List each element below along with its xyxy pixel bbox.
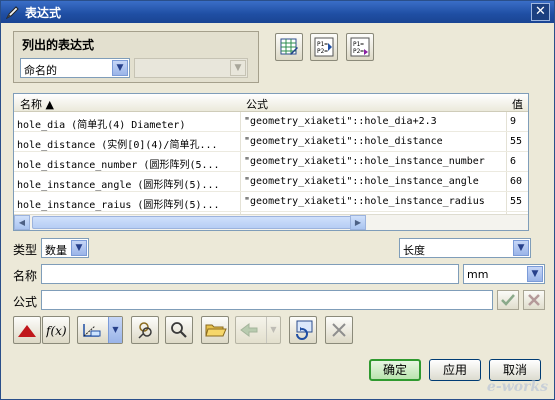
list-all-expressions-icon: P1= P2= bbox=[350, 37, 370, 57]
svg-text:P1=: P1= bbox=[353, 41, 364, 48]
expressions-dialog: 表达式 ✕ 列出的表达式 命名的 ▼ ▼ P1= P2= P1= P2= 名称 … bbox=[0, 0, 555, 400]
delete-button[interactable] bbox=[325, 316, 353, 344]
formula-label: 公式 bbox=[13, 295, 38, 309]
row-formula: "geometry_xiaketi"::hole_instance_radius bbox=[244, 196, 485, 207]
row-formula: "geometry_xiaketi"::hole_instance_angle bbox=[244, 176, 479, 187]
dimension-value: 长度 bbox=[403, 244, 425, 257]
row-name: hole_distance (实例[0](4)/简单孔... bbox=[17, 140, 218, 151]
svg-text:f(x): f(x) bbox=[46, 324, 67, 338]
reference-icon bbox=[138, 322, 152, 339]
name-label: 名称 bbox=[13, 269, 38, 283]
dimension-select[interactable]: 长度 ▼ bbox=[399, 238, 531, 258]
chevron-down-icon: ▼ bbox=[513, 240, 529, 256]
svg-text:P2=: P2= bbox=[353, 48, 364, 55]
name-input[interactable] bbox=[41, 264, 459, 284]
cancel-button[interactable]: 取消 bbox=[489, 359, 541, 381]
table-row[interactable]: hole_instance_raius (圆形阵列(5)... "geometr… bbox=[14, 192, 528, 212]
replace-button: ▼ bbox=[235, 316, 281, 344]
list-part-expressions-icon: P1= P2= bbox=[314, 37, 334, 57]
measure-button[interactable]: ▼ bbox=[77, 316, 123, 344]
dimension-triangle-icon bbox=[18, 325, 36, 337]
scroll-left-icon[interactable]: ◀ bbox=[14, 215, 30, 230]
chevron-down-icon[interactable]: ▼ bbox=[108, 317, 122, 343]
listed-expressions-group: 列出的表达式 命名的 ▼ ▼ bbox=[13, 31, 259, 83]
title-bar[interactable]: 表达式 ✕ bbox=[1, 1, 554, 23]
list-filter-value: 命名的 bbox=[24, 64, 57, 77]
refresh-button[interactable] bbox=[289, 316, 317, 344]
spreadsheet-edit-icon bbox=[280, 38, 298, 55]
column-header-name[interactable]: 名称 ▲ bbox=[20, 96, 54, 112]
open-folder-button[interactable] bbox=[201, 316, 229, 344]
formula-input[interactable] bbox=[41, 290, 493, 310]
replace-icon bbox=[240, 323, 258, 337]
interpart-icon bbox=[171, 322, 187, 338]
unit-select[interactable]: mm ▼ bbox=[463, 264, 545, 284]
row-name: hole_instance_angle (圆形阵列(5)... bbox=[17, 180, 220, 191]
scroll-right-icon[interactable]: ▶ bbox=[350, 215, 366, 230]
row-name: hole_distance_number (圆形阵列(5... bbox=[17, 160, 220, 171]
chevron-down-icon: ▼ bbox=[71, 240, 87, 256]
measure-icon bbox=[83, 324, 101, 337]
apply-button[interactable]: 应用 bbox=[429, 359, 481, 381]
chevron-down-icon: ▼ bbox=[266, 317, 280, 343]
dimension-button[interactable] bbox=[13, 316, 41, 344]
row-value: 55 bbox=[510, 136, 523, 147]
table-header: 名称 ▲ 公式 值 bbox=[14, 94, 528, 112]
row-formula: "geometry_xiaketi"::hole_distance bbox=[244, 136, 443, 147]
list-filter-select[interactable]: 命名的 ▼ bbox=[20, 58, 130, 78]
list-secondary-select: ▼ bbox=[134, 58, 248, 78]
type-select[interactable]: 数量 ▼ bbox=[41, 238, 89, 258]
expressions-table: 名称 ▲ 公式 值 hole_dia (简单孔(4) Diameter) "ge… bbox=[13, 93, 529, 231]
row-value: 55 bbox=[510, 196, 523, 207]
row-value: 6 bbox=[510, 156, 517, 167]
table-row[interactable]: hole_distance (实例[0](4)/简单孔... "geometry… bbox=[14, 132, 528, 152]
row-formula: "geometry_xiaketi"::hole_instance_number bbox=[244, 156, 485, 167]
table-row[interactable]: hole_distance_number (圆形阵列(5... "geometr… bbox=[14, 152, 528, 172]
table-row[interactable]: hole_instance_angle (圆形阵列(5)... "geometr… bbox=[14, 172, 528, 192]
reject-edit-button[interactable] bbox=[523, 290, 545, 310]
svg-text:P1=: P1= bbox=[317, 41, 328, 48]
row-value: 9 bbox=[510, 116, 517, 127]
open-folder-icon bbox=[205, 324, 227, 337]
type-label: 类型 bbox=[13, 243, 38, 257]
chevron-down-icon: ▼ bbox=[112, 60, 128, 76]
column-header-formula[interactable]: 公式 bbox=[246, 96, 268, 112]
list-part-expressions-button[interactable]: P1= P2= bbox=[310, 33, 338, 61]
row-name: hole_instance_raius (圆形阵列(5)... bbox=[17, 200, 220, 211]
interpart-button[interactable] bbox=[165, 316, 193, 344]
unit-value: mm bbox=[467, 268, 489, 281]
table-row[interactable]: hole_dia (简单孔(4) Diameter) "geometry_xia… bbox=[14, 112, 528, 132]
row-name: hole_dia (简单孔(4) Diameter) bbox=[17, 120, 186, 131]
function-button[interactable]: f(x) bbox=[42, 316, 70, 344]
horizontal-scrollbar[interactable]: ◀ ▶ bbox=[14, 214, 528, 230]
window-title: 表达式 bbox=[25, 6, 62, 20]
ok-button[interactable]: 确定 bbox=[369, 359, 421, 381]
accept-edit-button[interactable] bbox=[497, 290, 519, 310]
refresh-icon bbox=[296, 320, 313, 340]
close-button[interactable]: ✕ bbox=[531, 3, 550, 21]
watermark-logo: e-works bbox=[486, 379, 548, 395]
delete-icon bbox=[332, 323, 346, 337]
checkmark-icon bbox=[501, 294, 515, 306]
scrollbar-thumb[interactable] bbox=[32, 216, 364, 229]
column-header-value[interactable]: 值 bbox=[512, 96, 523, 112]
type-value: 数量 bbox=[45, 244, 67, 257]
chevron-down-icon: ▼ bbox=[527, 266, 543, 282]
row-formula: "geometry_xiaketi"::hole_dia+2.3 bbox=[244, 116, 437, 127]
reference-button[interactable] bbox=[131, 316, 159, 344]
spreadsheet-edit-button[interactable] bbox=[275, 33, 303, 61]
svg-text:P2=: P2= bbox=[317, 48, 328, 55]
listed-expressions-label: 列出的表达式 bbox=[22, 38, 95, 52]
cancel-x-icon bbox=[528, 294, 540, 306]
pencil-icon bbox=[5, 6, 19, 20]
chevron-down-icon: ▼ bbox=[230, 60, 246, 76]
function-icon: f(x) bbox=[46, 324, 67, 338]
list-all-expressions-button[interactable]: P1= P2= bbox=[346, 33, 374, 61]
row-value: 60 bbox=[510, 176, 523, 187]
